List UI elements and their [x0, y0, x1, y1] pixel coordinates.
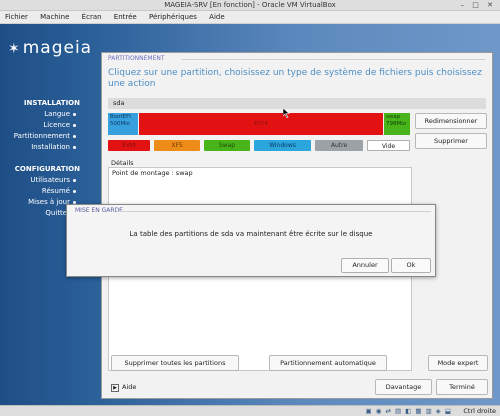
step-current-icon: [73, 134, 76, 138]
fs-swap-button[interactable]: Swap: [204, 140, 250, 151]
dialog-message: La table des partitions de sda va mainte…: [129, 230, 373, 238]
sidebar-step-utilisateurs: Utilisateurs: [4, 176, 76, 184]
section-title: PARTITIONNEMENT: [108, 55, 165, 62]
fs-windows-button[interactable]: Windows: [254, 140, 311, 151]
sidebar-step-installation: Installation: [4, 143, 76, 151]
menu-ecran[interactable]: Écran: [77, 11, 107, 23]
instruction-text: Cliquez sur une partition, choisissez un…: [108, 68, 482, 89]
window-controls-icon[interactable]: – □ ✕: [461, 0, 496, 10]
fs-ext4-button[interactable]: Ext4: [108, 140, 150, 151]
details-label: Détails: [111, 159, 134, 167]
dialog-title: MISE EN GARDE: [75, 207, 123, 214]
auto-partitioning-button[interactable]: Partitionnement automatique: [269, 355, 387, 371]
more-button[interactable]: Davantage: [375, 379, 432, 395]
expand-arrow-icon: ▶: [111, 384, 119, 392]
delete-button[interactable]: Supprimer: [415, 133, 487, 149]
sidebar-step-resume: Résumé: [4, 187, 76, 195]
menu-aide[interactable]: Aide: [204, 11, 229, 23]
logo-text: mageia: [22, 38, 93, 58]
mageia-star-icon: ✶: [8, 41, 21, 57]
help-toggle[interactable]: ▶ Aide: [111, 383, 136, 392]
step-done-icon: [73, 123, 76, 127]
partition-ext4[interactable]: EXT4: [139, 113, 383, 135]
menu-peripheriques[interactable]: Périphériques: [144, 11, 202, 23]
host-key-label: Ctrl droite: [463, 407, 496, 415]
drive-tab-sda[interactable]: sda: [113, 99, 125, 107]
step-done-icon: [73, 112, 76, 116]
guest-screen: ✶ mageia INSTALLATION Langue Licence Part…: [0, 24, 500, 405]
sidebar-configuration-title: CONFIGURATION: [14, 165, 80, 173]
title-divider: [182, 59, 486, 60]
sidebar-step-licence: Licence: [4, 121, 76, 129]
done-button[interactable]: Terminé: [436, 379, 488, 395]
fs-autre-button[interactable]: Autre: [315, 140, 363, 151]
step-pending-icon: [73, 178, 76, 182]
host-menubar: Fichier Machine Écran Entrée Périphériqu…: [0, 11, 500, 24]
dialog-cancel-button[interactable]: Annuler: [341, 258, 389, 273]
window-title: MAGEIA-SRV [En fonction] - Oracle VM Vir…: [164, 1, 336, 9]
step-pending-icon: [73, 189, 76, 193]
fs-xfs-button[interactable]: XFS: [154, 140, 200, 151]
device-status-icons[interactable]: ▣ ◉ ⇄ ▤ ◧ ▦ ▥ ◈ ⬓: [366, 407, 453, 415]
mageia-logo: ✶ mageia: [8, 38, 92, 58]
fs-vide-button[interactable]: Vide: [367, 140, 410, 151]
partition-swap[interactable]: swap 798Mio: [384, 113, 410, 135]
mouse-cursor-icon: [283, 108, 290, 118]
dialog-ok-button[interactable]: Ok: [391, 258, 431, 273]
warning-dialog: MISE EN GARDE La table des partitions de…: [66, 204, 436, 277]
step-pending-icon: [73, 145, 76, 149]
menu-machine[interactable]: Machine: [35, 11, 74, 23]
sidebar-installation-title: INSTALLATION: [23, 99, 80, 107]
sidebar-step-langue: Langue: [4, 110, 76, 118]
sidebar-step-partitionnement: Partitionnement: [4, 132, 76, 140]
details-mount-point: Point de montage : swap: [112, 169, 193, 177]
window-titlebar: MAGEIA-SRV [En fonction] - Oracle VM Vir…: [0, 0, 500, 11]
delete-all-partitions-button[interactable]: Supprimer toutes les partitions: [111, 355, 239, 371]
dialog-title-divider: [117, 211, 431, 212]
drive-tab-bar: sda: [108, 98, 486, 109]
menu-fichier[interactable]: Fichier: [0, 11, 33, 23]
vbox-statusbar: ▣ ◉ ⇄ ▤ ◧ ▦ ▥ ◈ ⬓ Ctrl droite: [0, 405, 500, 416]
expert-mode-button[interactable]: Mode expert: [428, 355, 488, 371]
partition-bootefi[interactable]: BootEFI 500Mio: [108, 113, 138, 135]
resize-button[interactable]: Redimensionner: [415, 113, 487, 129]
menu-entree[interactable]: Entrée: [109, 11, 142, 23]
